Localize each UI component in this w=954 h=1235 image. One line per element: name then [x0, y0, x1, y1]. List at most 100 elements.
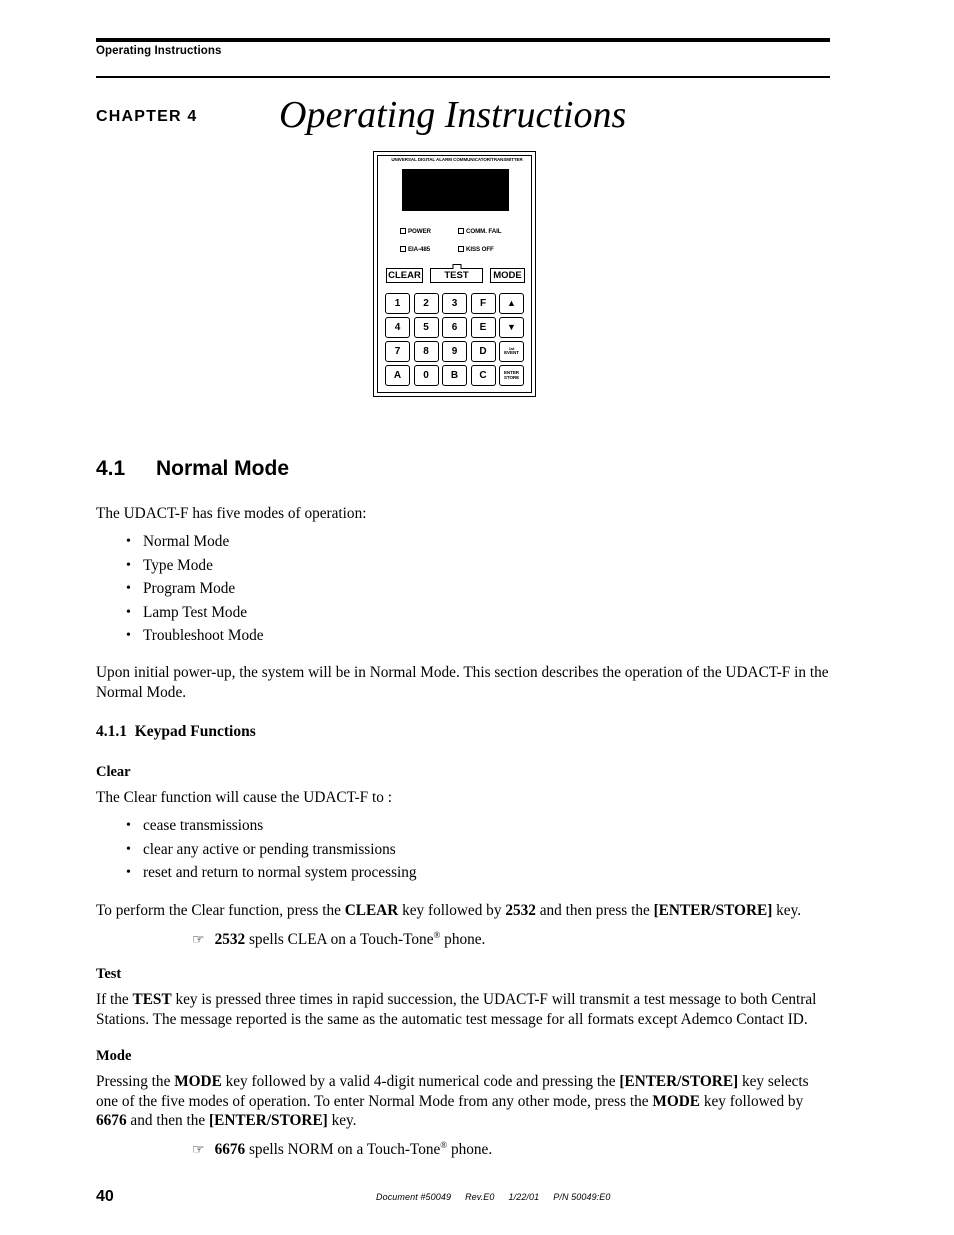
footer-part-number: P/N 50049:E0 [553, 1192, 611, 1202]
key-7[interactable]: 7 [385, 341, 410, 362]
test-paragraph: If the TEST key is pressed three times i… [96, 990, 830, 1029]
led-label: POWER [408, 227, 431, 235]
document-page: Operating Instructions CHAPTER 4 Operati… [0, 0, 954, 1235]
text-fragment: key. [772, 902, 802, 919]
led-indicator-power: POWER [400, 228, 458, 235]
header-rule-thick [96, 38, 830, 42]
subsection-title: Keypad Functions [134, 723, 256, 740]
led-box-icon [400, 228, 406, 234]
section-heading-4-1-1: 4.1.1 Keypad Functions [96, 723, 256, 741]
led-label: COMM. FAIL [466, 227, 502, 235]
key-2[interactable]: 2 [413, 293, 439, 314]
key-reference-clear: CLEAR [344, 902, 399, 919]
text-fragment: spells CLEA on a Touch-Tone [245, 931, 434, 949]
led-box-icon [458, 228, 464, 234]
section-heading-4-1: 4.1 Normal Mode [96, 457, 289, 481]
key-d[interactable]: D [470, 341, 496, 362]
clear-key[interactable]: CLEAR [386, 268, 423, 283]
footer-metadata: Document #50049 Rev.E0 1/22/01 P/N 50049… [376, 1192, 611, 1202]
key-first-event[interactable]: 1st EVENT [499, 341, 524, 362]
key-0[interactable]: 0 [413, 365, 439, 386]
key-9[interactable]: 9 [442, 341, 467, 362]
header-rule-thin [96, 76, 830, 78]
key-6[interactable]: 6 [442, 317, 467, 338]
list-item: Program Mode [126, 577, 526, 601]
note-text: 2532 spells CLEA on a Touch-Tone® phone. [215, 930, 486, 949]
key-reference-enter-store: [ENTER/STORE] [653, 902, 773, 919]
text-fragment: key. [327, 1112, 357, 1129]
hand-pointer-icon: ☞ [192, 1143, 205, 1159]
text-fragment: phone. [440, 931, 486, 949]
modes-list: Normal Mode Type Mode Program Mode Lamp … [126, 530, 526, 648]
mode-key[interactable]: MODE [490, 268, 525, 283]
text-fragment: Pressing the [96, 1073, 175, 1090]
key-e[interactable]: E [470, 317, 496, 338]
text-fragment: key followed by [700, 1092, 804, 1110]
key-b[interactable]: B [442, 365, 467, 386]
led-box-icon [458, 246, 464, 252]
mode-heading: Mode [96, 1048, 132, 1064]
section-number: 4.1 [96, 457, 126, 480]
key-5[interactable]: 5 [413, 317, 439, 338]
key-1[interactable]: 1 [385, 293, 410, 314]
key-line-2: STORE [503, 374, 520, 380]
section-intro-paragraph: The UDACT-F has five modes of operation: [96, 505, 367, 522]
clear-note: ☞ 2532 spells CLEA on a Touch-Tone® phon… [192, 930, 485, 949]
chapter-title: Operating Instructions [279, 94, 627, 136]
list-item: Troubleshoot Mode [126, 624, 526, 648]
text-fragment: spells NORM on a Touch-Tone [245, 1141, 441, 1159]
text-fragment: key followed by a valid 4-digit numerica… [221, 1073, 620, 1090]
text-fragment: To perform the Clear function, press the [96, 902, 345, 919]
key-c[interactable]: C [470, 365, 496, 386]
arrow-down-icon[interactable]: ▼ [499, 317, 524, 338]
text-fragment: key followed by [398, 902, 506, 919]
key-enter-store[interactable]: ENTER STORE [499, 365, 524, 386]
key-a[interactable]: A [385, 365, 410, 386]
code-6676: 6676 [96, 1112, 127, 1129]
running-header: Operating Instructions [96, 45, 222, 57]
text-fragment: and then press the [535, 902, 654, 919]
lcd-display [402, 169, 509, 211]
list-item: Type Mode [126, 554, 526, 578]
led-indicator-comm-fail: COMM. FAIL [458, 228, 520, 235]
page-number: 40 [96, 1188, 114, 1205]
key-3[interactable]: 3 [442, 293, 467, 314]
footer-revision: Rev.E0 [465, 1192, 495, 1202]
footer-document: Document #50049 [376, 1192, 452, 1202]
udact-f-panel-illustration: UNIVERSAL DIGITAL ALARM COMMUNICATOR/TRA… [373, 151, 536, 397]
chapter-label: CHAPTER 4 [96, 108, 198, 125]
test-key-label: TEST [444, 270, 469, 281]
led-indicator-group: POWER COMM. FAIL EIA-485 KISS OFF [400, 222, 520, 258]
function-key-row: CLEAR TEST MODE [386, 264, 525, 283]
panel-banner-label: UNIVERSAL DIGITAL ALARM COMMUNICATOR/TRA… [391, 157, 523, 162]
note-text: 6676 spells NORM on a Touch-Tone® phone. [215, 1140, 493, 1159]
key-reference-test: TEST [132, 991, 172, 1008]
clear-effects-list: cease transmissions clear any active or … [126, 814, 626, 885]
list-item: reset and return to normal system proces… [126, 861, 626, 885]
mode-paragraph: Pressing the MODE key followed by a vali… [96, 1072, 830, 1131]
hand-pointer-icon: ☞ [192, 933, 205, 949]
key-reference-enter-store: [ENTER/STORE] [619, 1073, 739, 1090]
code-2532: 2532 [505, 902, 536, 919]
led-label: KISS OFF [466, 245, 494, 253]
keypad-grid: 1 2 3 F ▲ 4 5 6 E ▼ 7 8 9 D 1st EVENT A [385, 293, 526, 386]
list-item: clear any active or pending transmission… [126, 838, 626, 862]
led-indicator-eia-485: EIA-485 [400, 246, 458, 253]
arrow-up-icon[interactable]: ▲ [499, 293, 524, 314]
key-f[interactable]: F [470, 293, 496, 314]
key-4[interactable]: 4 [385, 317, 410, 338]
clear-heading: Clear [96, 764, 131, 780]
normal-mode-paragraph: Upon initial power-up, the system will b… [96, 664, 829, 701]
test-key[interactable]: TEST [430, 264, 483, 283]
test-heading: Test [96, 966, 122, 982]
code-6676: 6676 [214, 1141, 246, 1159]
subsection-number: 4.1.1 [96, 723, 127, 740]
list-item: cease transmissions [126, 814, 626, 838]
key-8[interactable]: 8 [413, 341, 439, 362]
test-key-tab-icon [452, 264, 461, 269]
clear-instruction: To perform the Clear function, press the… [96, 901, 830, 921]
mode-note: ☞ 6676 spells NORM on a Touch-Tone® phon… [192, 1140, 492, 1159]
panel-faceplate: UNIVERSAL DIGITAL ALARM COMMUNICATOR/TRA… [377, 155, 532, 393]
list-item: Normal Mode [126, 530, 526, 554]
key-line-2: EVENT [504, 350, 519, 356]
